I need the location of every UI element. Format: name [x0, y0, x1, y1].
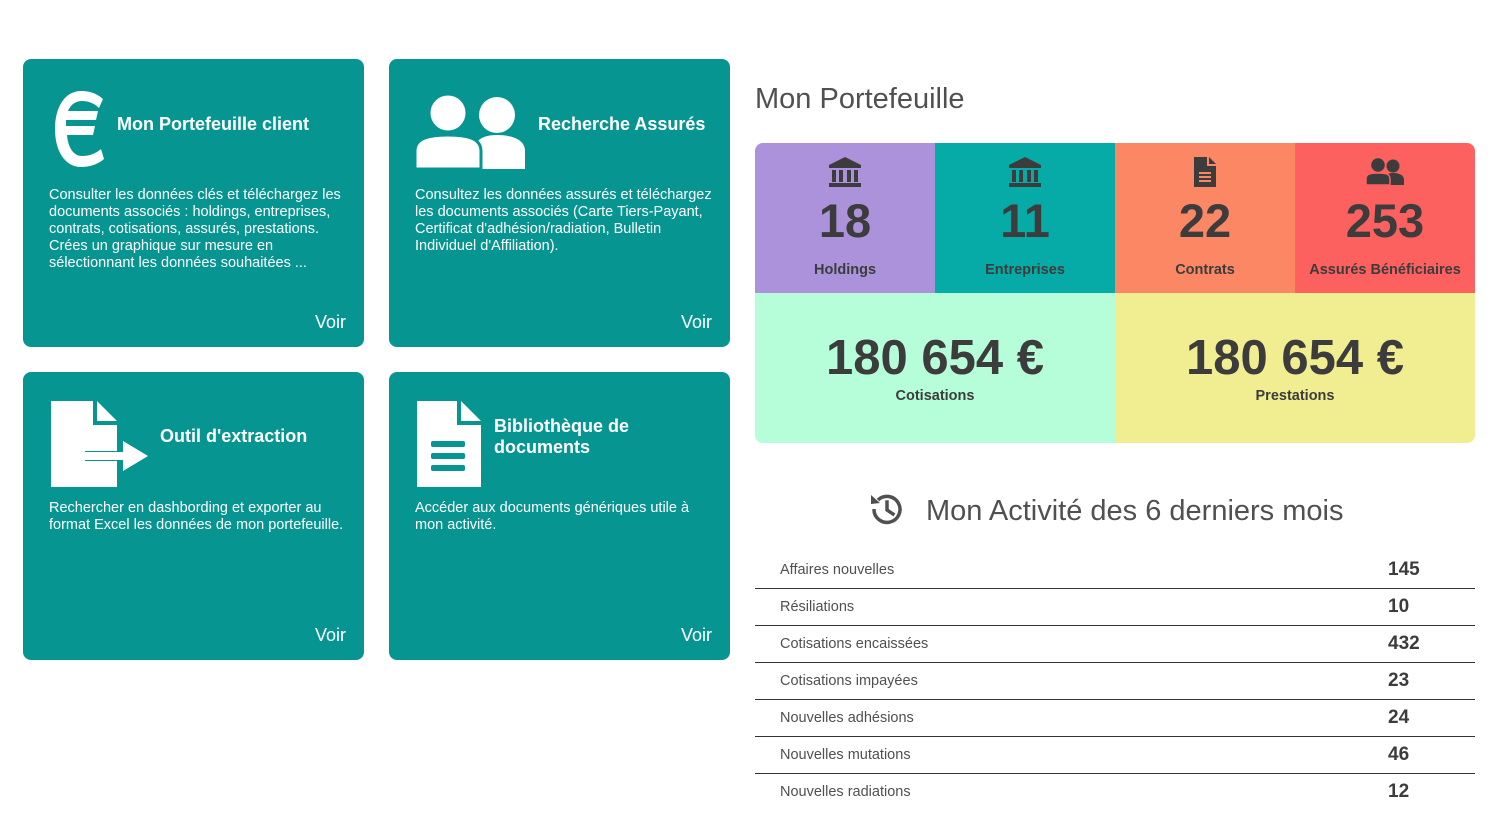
file-export-icon	[49, 399, 149, 494]
kpi-label: Holdings	[813, 262, 877, 278]
kpi-cotisations[interactable]: 180 654 € Cotisations	[755, 293, 1115, 443]
table-row: Nouvelles mutations 46	[755, 736, 1475, 774]
row-label: Résiliations	[755, 588, 1388, 626]
activity-table: Affaires nouvelles 145 Résiliations 10 C…	[755, 552, 1475, 810]
row-label: Nouvelles mutations	[755, 736, 1388, 774]
row-value: 432	[1388, 625, 1475, 663]
card-recherche-assures[interactable]: Recherche Assurés Consultez les données …	[389, 59, 730, 347]
card-title: Mon Portefeuille client	[117, 114, 310, 134]
document-icon	[415, 399, 483, 494]
row-value: 24	[1388, 699, 1475, 737]
file-icon	[1115, 155, 1295, 189]
row-value: 145	[1388, 552, 1475, 589]
euro-icon	[49, 89, 107, 174]
kpi-value: 22	[1178, 194, 1232, 247]
row-label: Nouvelles radiations	[780, 784, 911, 800]
kpi-entreprises[interactable]: 11 Entreprises	[935, 143, 1115, 293]
card-description: Consulter les données clés et télécharge…	[49, 187, 341, 271]
row-label: Cotisations impayées	[755, 662, 1388, 700]
voir-link[interactable]: Voir	[681, 625, 712, 646]
card-description: Consultez les données assurés et télécha…	[415, 187, 712, 254]
table-row: Affaires nouvelles 145	[755, 552, 1475, 589]
activity-title: Mon Activité des 6 derniers mois	[926, 494, 1344, 527]
row-value: 10	[1388, 588, 1475, 626]
activity-header: Mon Activité des 6 derniers mois	[868, 491, 1343, 531]
voir-link[interactable]: Voir	[315, 625, 346, 646]
row-label: Affaires nouvelles	[755, 552, 1388, 589]
users-icon	[413, 92, 527, 176]
card-title: Recherche Assurés	[538, 114, 706, 134]
kpi-prestations[interactable]: 180 654 € Prestations	[1115, 293, 1475, 443]
users-icon	[1295, 155, 1475, 189]
table-row: Cotisations encaissées 432	[755, 625, 1475, 663]
row-label: Cotisations encaissées	[755, 625, 1388, 663]
kpi-value: 253	[1345, 194, 1425, 247]
voir-link[interactable]: Voir	[315, 312, 346, 333]
table-row: Résiliations 10	[755, 588, 1475, 626]
kpi-contrats[interactable]: 22 Contrats	[1115, 143, 1295, 293]
card-description: Rechercher en dashbording et exporter au…	[49, 500, 344, 533]
row-value: 46	[1388, 736, 1475, 774]
kpi-value: 180 654 €	[826, 331, 1044, 385]
kpi-value: 11	[1000, 194, 1050, 247]
kpi-value: 180 654 €	[1186, 331, 1404, 385]
card-outil-extraction[interactable]: Outil d'extraction Rechercher en dashbor…	[23, 372, 364, 660]
portfolio-title: Mon Portefeuille	[755, 83, 965, 115]
kpi-label: Entreprises	[985, 262, 1065, 278]
kpi-value: 18	[818, 194, 872, 247]
kpi-label: Prestations	[1255, 388, 1335, 404]
kpi-holdings[interactable]: 18 Holdings	[755, 143, 935, 293]
card-bibliotheque-documents[interactable]: Bibliothèque de documents Accéder aux do…	[389, 372, 730, 660]
history-icon	[868, 491, 904, 532]
card-description: Accéder aux documents génériques utile à…	[415, 500, 690, 533]
kpi-label: Assurés Bénéficiaires	[1309, 262, 1461, 278]
bank-icon	[755, 155, 935, 189]
kpi-assures-beneficiaires[interactable]: 253 Assurés Bénéficiaires	[1295, 143, 1475, 293]
table-row: Nouvelles radiations 12	[755, 774, 1475, 811]
card-portefeuille-client[interactable]: Mon Portefeuille client Consulter les do…	[23, 59, 364, 347]
kpi-label: Contrats	[1175, 262, 1235, 278]
kpi-label: Cotisations	[895, 388, 975, 404]
row-value: 12	[1388, 781, 1410, 802]
table-row: Cotisations impayées 23	[755, 662, 1475, 700]
voir-link[interactable]: Voir	[681, 312, 712, 333]
portfolio-kpi-grid: 18 Holdings 11 Entreprises 22 Contrats 2…	[755, 143, 1475, 443]
table-row: Nouvelles adhésions 24	[755, 699, 1475, 737]
card-title: Outil d'extraction	[160, 426, 308, 446]
row-label: Nouvelles adhésions	[755, 699, 1388, 737]
bank-icon	[935, 155, 1115, 189]
row-value: 23	[1388, 662, 1475, 700]
card-title: Bibliothèque de documents	[494, 416, 629, 457]
